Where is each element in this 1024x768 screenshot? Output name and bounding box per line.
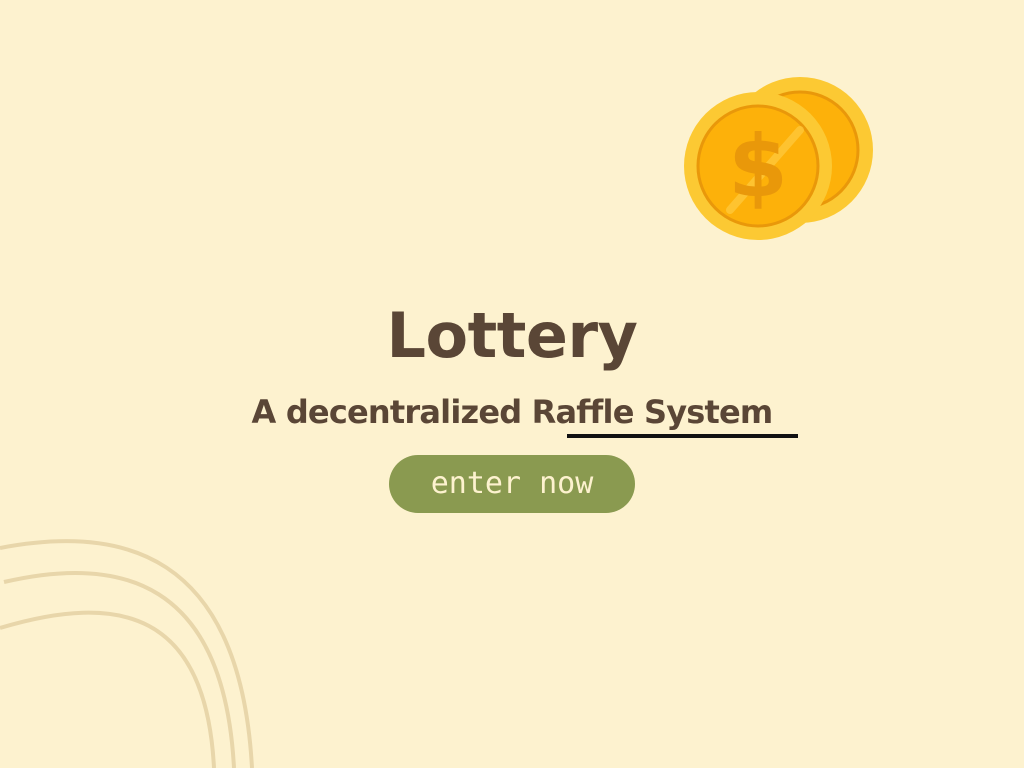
enter-now-button[interactable]: enter now: [389, 455, 635, 513]
page-subtitle: A decentralized Raffle System: [251, 393, 774, 431]
gold-coins-dollar-icon: $: [684, 77, 873, 240]
subtitle-underline: [567, 434, 798, 438]
landing-page: $ Lottery A decentralized Raffle System …: [0, 0, 1024, 768]
decorative-arc-middle: [3, 570, 236, 768]
dollar-sign-icon: $: [728, 117, 788, 217]
decorative-arc-inner: [0, 610, 216, 768]
page-title: Lottery: [386, 299, 638, 372]
decorative-arc-outer: [0, 539, 254, 768]
front-coin: $: [684, 92, 832, 240]
